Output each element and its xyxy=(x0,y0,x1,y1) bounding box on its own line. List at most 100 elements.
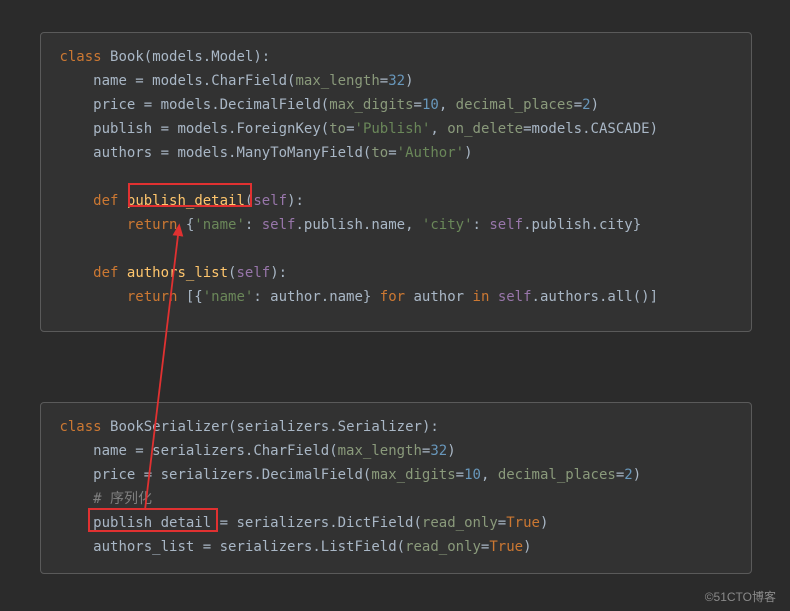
code-line: def authors_list(self): xyxy=(51,261,741,285)
code-token: max_digits xyxy=(371,467,455,483)
code-token: self xyxy=(489,217,523,233)
code-token: city xyxy=(599,217,633,233)
code-token xyxy=(489,289,497,305)
code-token: = xyxy=(135,97,160,113)
code-token: ( xyxy=(321,121,329,137)
code-token: = xyxy=(127,443,152,459)
code-line: name = models.CharField(max_length=32) xyxy=(51,69,741,93)
watermark: ©51CTO博客 xyxy=(705,588,776,605)
code-line: publish = models.ForeignKey(to='Publish'… xyxy=(51,117,741,141)
code-token: DecimalField xyxy=(220,97,321,113)
code-token: = xyxy=(135,467,160,483)
code-token: author xyxy=(414,289,465,305)
code-token: ) xyxy=(591,97,599,113)
code-line: name = serializers.CharField(max_length=… xyxy=(51,439,741,463)
code-token: models xyxy=(152,73,203,89)
code-line: class BookSerializer(serializers.Seriali… xyxy=(51,415,741,439)
code-token: 32 xyxy=(430,443,447,459)
code-token xyxy=(51,491,93,507)
code-token: in xyxy=(473,289,490,305)
code-token: all xyxy=(607,289,632,305)
code-token: : xyxy=(245,217,262,233)
code-token: max_length xyxy=(338,443,422,459)
code-token: ()] xyxy=(633,289,658,305)
code-token xyxy=(51,217,127,233)
code-token: , xyxy=(439,97,456,113)
code-token: read_only xyxy=(405,539,481,555)
code-token: class xyxy=(59,49,101,65)
code-token: serializers xyxy=(220,539,313,555)
code-line: # 序列化 xyxy=(51,487,741,511)
code-token: BookSerializer xyxy=(110,419,228,435)
code-token: class xyxy=(59,419,101,435)
code-token: , xyxy=(481,467,498,483)
code-token: Serializer xyxy=(338,419,422,435)
code-token: True xyxy=(489,539,523,555)
code-line: price = models.DecimalField(max_digits=1… xyxy=(51,93,741,117)
code-token: = xyxy=(127,73,152,89)
code-token: publish_detail xyxy=(127,193,245,209)
code-token: models xyxy=(152,49,203,65)
code-token: authors xyxy=(540,289,599,305)
code-token xyxy=(51,443,93,459)
code-token: : xyxy=(253,289,270,305)
code-token: . xyxy=(591,217,599,233)
code-token: ) xyxy=(633,467,641,483)
code-line: return {'name': self.publish.name, 'city… xyxy=(51,213,741,237)
code-token: self xyxy=(498,289,532,305)
code-token: price xyxy=(93,97,135,113)
code-token: 10 xyxy=(464,467,481,483)
code-token: ) xyxy=(523,539,531,555)
code-token: # 序列化 xyxy=(93,491,152,507)
code-token: ForeignKey xyxy=(236,121,320,137)
code-line: publish_detail = serializers.DictField(r… xyxy=(51,511,741,535)
code-token: = xyxy=(380,73,388,89)
code-token xyxy=(51,145,93,161)
code-token: serializers xyxy=(236,419,329,435)
code-token: 'Publish' xyxy=(355,121,431,137)
code-token: ManyToManyField xyxy=(236,145,362,161)
code-token: 2 xyxy=(624,467,632,483)
code-token: DictField xyxy=(338,515,414,531)
code-token: . xyxy=(329,419,337,435)
code-token: ): xyxy=(253,49,270,65)
code-token: authors xyxy=(93,145,152,161)
code-token: . xyxy=(295,217,303,233)
code-token: def xyxy=(93,265,118,281)
code-token: decimal_places xyxy=(456,97,574,113)
code-token: . xyxy=(312,539,320,555)
code-token: ): xyxy=(270,265,287,281)
code-token: Book xyxy=(110,49,144,65)
code-token: publish xyxy=(304,217,363,233)
code-token: = xyxy=(456,467,464,483)
code-token: models xyxy=(177,145,228,161)
code-token: = xyxy=(616,467,624,483)
code-token xyxy=(51,121,93,137)
code-token: ): xyxy=(422,419,439,435)
code-token: price xyxy=(93,467,135,483)
code-token: } xyxy=(363,289,380,305)
code-token: ) xyxy=(405,73,413,89)
code-token: = xyxy=(194,539,219,555)
code-token: ( xyxy=(144,49,152,65)
code-line: def publish_detail(self): xyxy=(51,189,741,213)
code-token: self xyxy=(236,265,270,281)
code-token: name xyxy=(93,73,127,89)
code-line: authors_list = serializers.ListField(rea… xyxy=(51,535,741,559)
code-token xyxy=(51,73,93,89)
code-token: return xyxy=(127,289,178,305)
code-token: . xyxy=(329,515,337,531)
code-token: author xyxy=(270,289,321,305)
code-token xyxy=(51,193,93,209)
code-token: 32 xyxy=(388,73,405,89)
code-token: = xyxy=(211,515,236,531)
code-token: serializers xyxy=(152,443,245,459)
code-token: 'name' xyxy=(194,217,245,233)
code-token: ) xyxy=(464,145,472,161)
code-token: = xyxy=(346,121,354,137)
code-line: return [{'name': author.name} for author… xyxy=(51,285,741,309)
code-token: = xyxy=(388,145,396,161)
code-token: , xyxy=(405,217,422,233)
code-token: . xyxy=(203,49,211,65)
code-token xyxy=(405,289,413,305)
